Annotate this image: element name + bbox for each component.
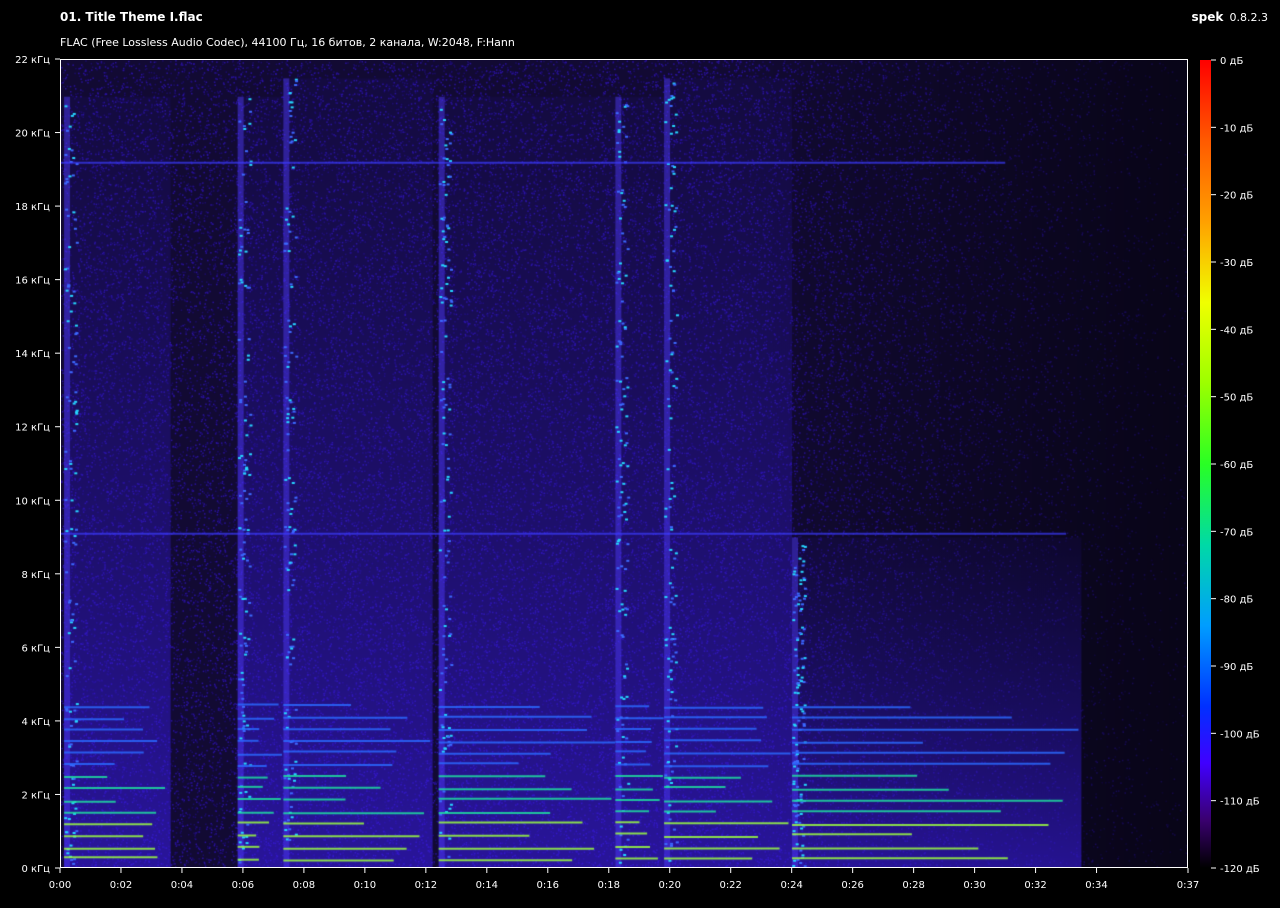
colorbar-tick-label: -80 дБ xyxy=(1220,595,1253,606)
spectrogram-canvas xyxy=(61,60,1188,868)
colorbar-tick-label: -120 дБ xyxy=(1220,864,1260,875)
x-tick-label: 0:18 xyxy=(598,880,620,891)
y-tick-label: 16 кГц xyxy=(15,276,50,287)
colorbar-tick-label: -100 дБ xyxy=(1220,729,1260,740)
x-tick-label: 0:06 xyxy=(232,880,254,891)
colorbar-tick-label: -10 дБ xyxy=(1220,123,1253,134)
x-tick-label: 0:10 xyxy=(354,880,376,891)
colorbar-tick-label: -50 дБ xyxy=(1220,393,1253,404)
x-tick-label: 0:22 xyxy=(719,880,741,891)
app-version: 0.8.2.3 xyxy=(1229,11,1268,24)
y-tick-label: 6 кГц xyxy=(22,643,51,654)
y-tick-label: 12 кГц xyxy=(15,423,50,434)
x-tick-label: 0:00 xyxy=(49,880,71,891)
colorbar xyxy=(1200,60,1211,868)
colorbar-tick-label: 0 дБ xyxy=(1220,56,1243,67)
x-tick-label: 0:08 xyxy=(293,880,315,891)
colorbar-tick-label: -70 дБ xyxy=(1220,527,1253,538)
colorbar-tick-label: -90 дБ xyxy=(1220,662,1253,673)
x-tick-label: 0:04 xyxy=(171,880,193,891)
x-tick-label: 0:20 xyxy=(658,880,680,891)
y-tick-label: 8 кГц xyxy=(22,570,51,581)
x-tick-label: 0:16 xyxy=(537,880,559,891)
app-name: spek xyxy=(1191,10,1224,24)
colorbar-tick-label: -30 дБ xyxy=(1220,258,1253,269)
y-tick-label: 10 кГц xyxy=(15,496,50,507)
y-tick-label: 18 кГц xyxy=(15,202,50,213)
x-tick-label: 0:14 xyxy=(476,880,498,891)
x-tick-label: 0:32 xyxy=(1024,880,1046,891)
x-tick-label: 0:24 xyxy=(780,880,802,891)
colorbar-tick-label: -60 дБ xyxy=(1220,460,1253,471)
y-tick-label: 4 кГц xyxy=(22,717,51,728)
spectrogram-plot xyxy=(61,60,1188,868)
x-tick-label: 0:34 xyxy=(1085,880,1107,891)
y-tick-label: 22 кГц xyxy=(15,55,50,66)
x-tick-label: 0:37 xyxy=(1177,880,1199,891)
colorbar-tick-label: -40 дБ xyxy=(1220,325,1253,336)
y-tick-label: 20 кГц xyxy=(15,129,50,140)
y-tick-label: 0 кГц xyxy=(22,864,51,875)
app-brand: spek 0.8.2.3 xyxy=(1191,10,1268,24)
x-tick-label: 0:26 xyxy=(841,880,863,891)
x-tick-label: 0:30 xyxy=(963,880,985,891)
y-tick-label: 2 кГц xyxy=(22,790,51,801)
colorbar-tick-label: -20 дБ xyxy=(1220,191,1253,202)
file-info: FLAC (Free Lossless Audio Codec), 44100 … xyxy=(60,36,515,49)
x-tick-label: 0:02 xyxy=(110,880,132,891)
x-tick-label: 0:12 xyxy=(415,880,437,891)
y-tick-label: 14 кГц xyxy=(15,349,50,360)
colorbar-tick-label: -110 дБ xyxy=(1220,797,1260,808)
file-title: 01. Title Theme I.flac xyxy=(60,10,203,24)
x-tick-label: 0:28 xyxy=(902,880,924,891)
